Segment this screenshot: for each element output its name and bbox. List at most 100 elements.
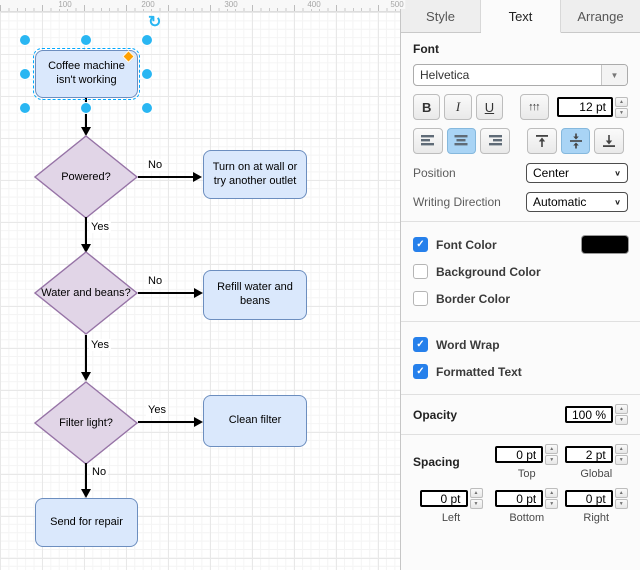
ruler-label: 100	[56, 0, 73, 9]
diagram-canvas[interactable]: 100 200 300 400 500 Coffee machine isn't…	[0, 0, 400, 570]
edge-line[interactable]	[138, 421, 195, 423]
node-water-and-beans[interactable]: Water and beans?	[34, 251, 138, 335]
node-powered[interactable]: Powered?	[34, 135, 138, 219]
checkmark-icon: ✓	[416, 239, 424, 250]
valign-middle-icon	[568, 133, 584, 149]
resize-handle-w[interactable]	[20, 69, 30, 79]
align-left-button[interactable]	[413, 128, 443, 154]
edge-line[interactable]	[85, 335, 87, 373]
tab-arrange[interactable]: Arrange	[561, 0, 640, 32]
edge-line[interactable]	[138, 176, 194, 178]
font-family-select[interactable]: Helvetica ▼	[413, 64, 628, 86]
word-wrap-checkbox[interactable]: ✓	[413, 337, 428, 352]
spacing-section: Spacing ▲ ▼ Top ▲	[401, 435, 640, 533]
opacity-input[interactable]	[565, 406, 613, 423]
spacing-bottom-input[interactable]	[495, 490, 543, 507]
stepper-down-icon[interactable]: ▼	[545, 499, 558, 509]
align-right-button[interactable]	[480, 128, 510, 154]
edge-line[interactable]	[138, 292, 195, 294]
chevron-down-icon: ∨	[614, 198, 621, 207]
node-filter-light[interactable]: Filter light?	[34, 381, 138, 465]
valign-bottom-button[interactable]	[594, 128, 624, 154]
font-color-swatch[interactable]	[582, 236, 628, 253]
spacing-left-cell: ▲ ▼ Left	[413, 488, 489, 524]
valign-top-button[interactable]	[527, 128, 557, 154]
ruler-label: 500	[388, 0, 405, 9]
edge-line[interactable]	[85, 463, 87, 490]
arrowhead-icon	[81, 489, 91, 498]
spacing-right-label: Right	[583, 512, 609, 524]
spacing-right-input[interactable]	[565, 490, 613, 507]
dropdown-arrow-icon[interactable]: ▼	[601, 65, 627, 85]
spacing-left-input[interactable]	[420, 490, 468, 507]
ruler-label: 300	[222, 0, 239, 9]
node-clean-filter[interactable]: Clean filter	[203, 395, 307, 447]
stepper-up-icon[interactable]: ▲	[545, 444, 558, 454]
italic-button[interactable]: I	[444, 94, 471, 120]
edge-line[interactable]	[85, 217, 87, 245]
opacity-section: Opacity ▲ ▼	[401, 395, 640, 434]
node-refill-water[interactable]: Refill water and beans	[203, 270, 307, 320]
stepper-down-icon[interactable]: ▼	[615, 108, 628, 118]
stepper-down-icon[interactable]: ▼	[545, 455, 558, 465]
edge-label[interactable]: No	[146, 159, 164, 171]
bold-button[interactable]: B	[413, 94, 440, 120]
font-section-title: Font	[413, 42, 628, 56]
resize-handle-s[interactable]	[81, 103, 91, 113]
align-center-button[interactable]	[447, 128, 477, 154]
position-select[interactable]: Center ∨	[526, 163, 628, 183]
stepper-up-icon[interactable]: ▲	[615, 444, 628, 454]
spacing-global-cell: ▲ ▼ Global	[565, 444, 629, 480]
spacing-top-stepper[interactable]: ▲ ▼	[545, 444, 558, 465]
underline-button[interactable]: U	[476, 94, 503, 120]
edge-label[interactable]: Yes	[146, 404, 168, 416]
font-size-stepper[interactable]: ▲ ▼	[615, 97, 628, 118]
background-color-checkbox[interactable]	[413, 264, 428, 279]
edge-label[interactable]: Yes	[89, 221, 111, 233]
resize-handle-ne[interactable]	[142, 35, 152, 45]
spacing-global-label: Global	[580, 468, 612, 480]
stepper-down-icon[interactable]: ▼	[615, 499, 628, 509]
stepper-down-icon[interactable]: ▼	[615, 415, 628, 425]
ruler-label: 400	[305, 0, 322, 9]
stepper-up-icon[interactable]: ▲	[615, 488, 628, 498]
stepper-down-icon[interactable]: ▼	[470, 499, 483, 509]
resize-handle-se[interactable]	[142, 103, 152, 113]
formatted-text-checkbox[interactable]: ✓	[413, 364, 428, 379]
spacing-bottom-stepper[interactable]: ▲ ▼	[545, 488, 558, 509]
spacing-global-stepper[interactable]: ▲ ▼	[615, 444, 628, 465]
spacing-top-input[interactable]	[495, 446, 543, 463]
stepper-down-icon[interactable]: ▼	[615, 455, 628, 465]
stepper-up-icon[interactable]: ▲	[545, 488, 558, 498]
color-section: ✓ Font Color Background Color Border Col…	[401, 222, 640, 321]
node-turn-on-at-wall[interactable]: Turn on at wall or try another outlet	[203, 150, 307, 199]
align-center-icon	[453, 134, 469, 148]
tab-style[interactable]: Style	[401, 0, 481, 32]
resize-handle-sw[interactable]	[20, 103, 30, 113]
background-color-label: Background Color	[436, 265, 541, 279]
tab-text[interactable]: Text	[481, 0, 561, 33]
edge-label[interactable]: No	[146, 275, 164, 287]
border-color-checkbox[interactable]	[413, 291, 428, 306]
resize-handle-n[interactable]	[81, 35, 91, 45]
stepper-up-icon[interactable]: ▲	[470, 488, 483, 498]
stepper-up-icon[interactable]: ▲	[615, 97, 628, 107]
edge-label[interactable]: No	[90, 466, 108, 478]
vertical-text-button[interactable]: ↑↑↑	[520, 94, 549, 120]
font-size-input[interactable]	[557, 97, 613, 117]
spacing-left-stepper[interactable]: ▲ ▼	[470, 488, 483, 509]
writing-direction-select[interactable]: Automatic ∨	[526, 192, 628, 212]
spacing-global-input[interactable]	[565, 446, 613, 463]
resize-handle-e[interactable]	[142, 69, 152, 79]
font-section: Font Helvetica ▼ B I U ↑↑↑ ▲ ▼	[401, 33, 640, 221]
node-send-for-repair[interactable]: Send for repair	[35, 498, 138, 547]
chevron-down-icon: ∨	[614, 169, 621, 178]
opacity-stepper[interactable]: ▲ ▼	[615, 404, 628, 425]
rotate-handle-icon[interactable]: ↻	[148, 15, 161, 31]
valign-middle-button[interactable]	[561, 128, 591, 154]
spacing-right-stepper[interactable]: ▲ ▼	[615, 488, 628, 509]
stepper-up-icon[interactable]: ▲	[615, 404, 628, 414]
font-color-checkbox[interactable]: ✓	[413, 237, 428, 252]
edge-label[interactable]: Yes	[89, 339, 111, 351]
resize-handle-nw[interactable]	[20, 35, 30, 45]
